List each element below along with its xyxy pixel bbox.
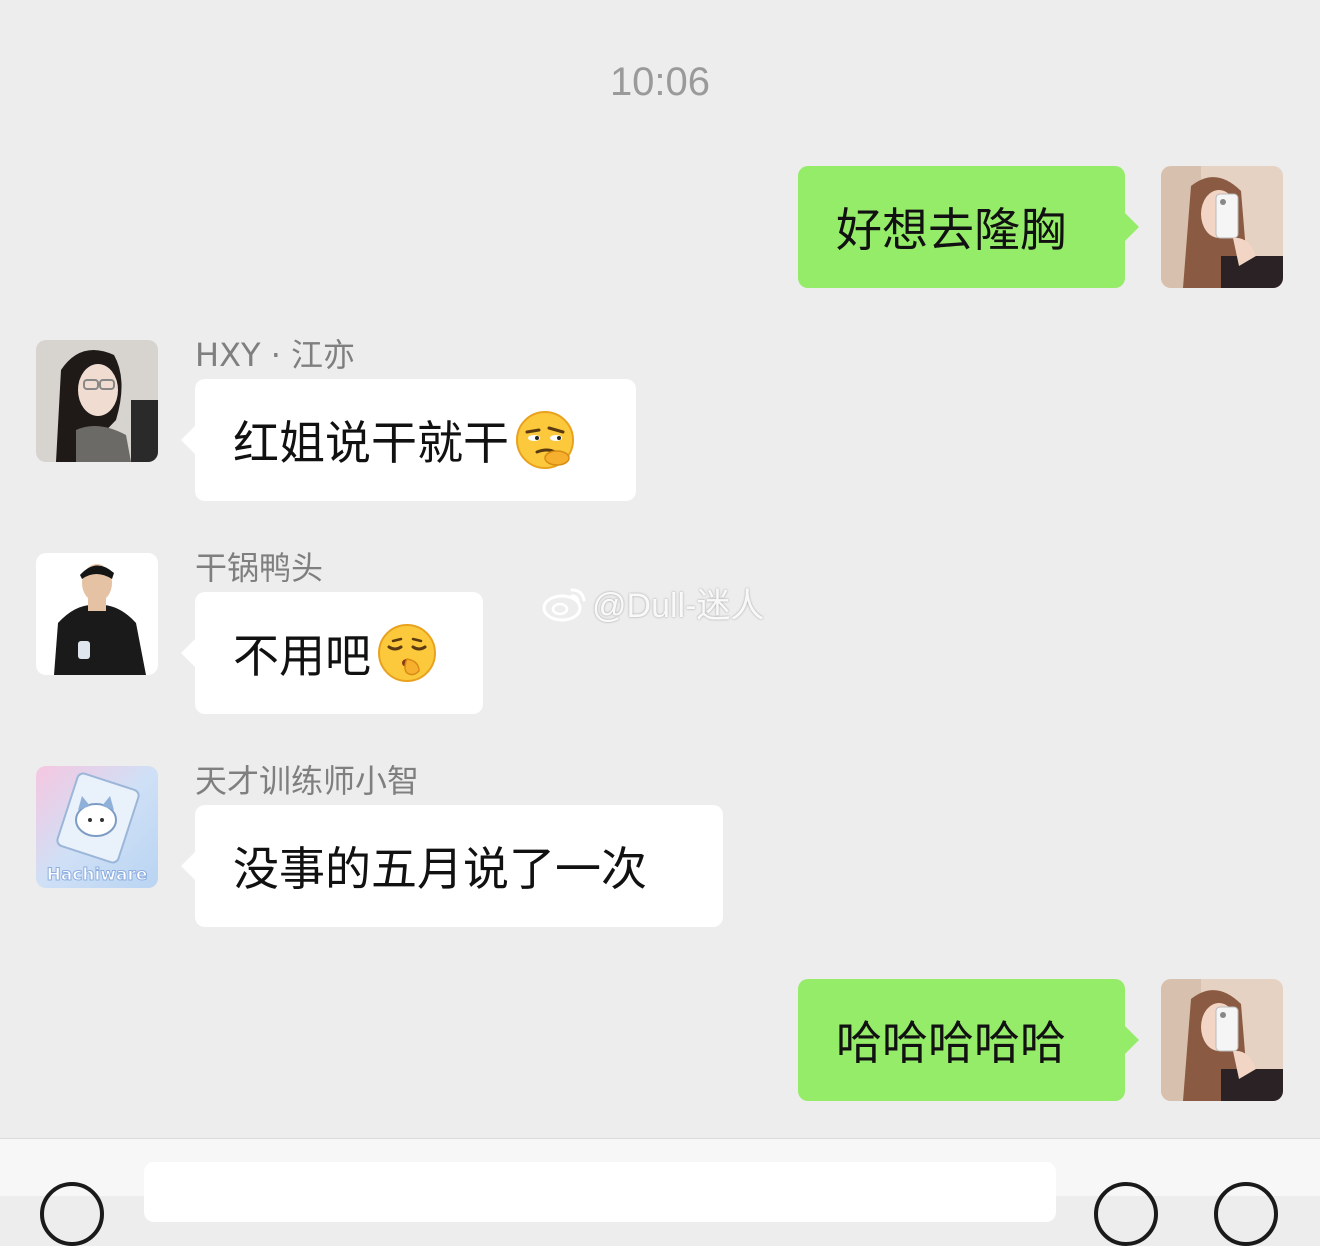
message-bubble-outgoing[interactable]: 好想去隆胸 xyxy=(798,166,1139,288)
message-text: 没事的五月说了一次 xyxy=(233,842,647,896)
sender-name: 天才训练师小智 xyxy=(195,762,420,800)
message-text: 哈哈哈哈哈 xyxy=(836,1016,1066,1070)
sender-name: 干锅鸭头 xyxy=(195,549,324,587)
sender-avatar[interactable] xyxy=(36,340,158,462)
message-bubble-incoming[interactable]: 不用吧 xyxy=(181,592,483,714)
message-text: 红姐说干就干 xyxy=(233,416,509,470)
weibo-logo-icon xyxy=(542,588,586,621)
my-avatar[interactable] xyxy=(1161,979,1283,1101)
sender-avatar[interactable] xyxy=(36,553,158,675)
message-bubble-incoming[interactable]: 红姐说干就干 xyxy=(181,379,636,501)
message-bubble-incoming[interactable]: 没事的五月说了一次 xyxy=(181,805,723,927)
message-text: 好想去隆胸 xyxy=(836,203,1066,257)
more-actions-button[interactable] xyxy=(1214,1182,1278,1246)
weibo-watermark: @Dull-迷人 xyxy=(542,578,764,627)
smirk-face-icon xyxy=(515,410,575,470)
message-bubble-outgoing[interactable]: 哈哈哈哈哈 xyxy=(798,979,1139,1101)
message-input[interactable] xyxy=(144,1162,1056,1222)
message-text: 不用吧 xyxy=(233,629,371,683)
sender-avatar[interactable]: Hachiware xyxy=(36,766,158,888)
avatar-label: Hachiware xyxy=(47,865,148,885)
emoji-button[interactable] xyxy=(1094,1182,1158,1246)
shushing-face-icon xyxy=(377,623,437,683)
voice-input-button[interactable] xyxy=(40,1182,104,1246)
message-timestamp: 10:06 xyxy=(609,60,711,104)
my-avatar[interactable] xyxy=(1161,166,1283,288)
watermark-text: @Dull-迷人 xyxy=(592,587,765,625)
sender-name: HXY · 江亦 xyxy=(195,336,356,374)
